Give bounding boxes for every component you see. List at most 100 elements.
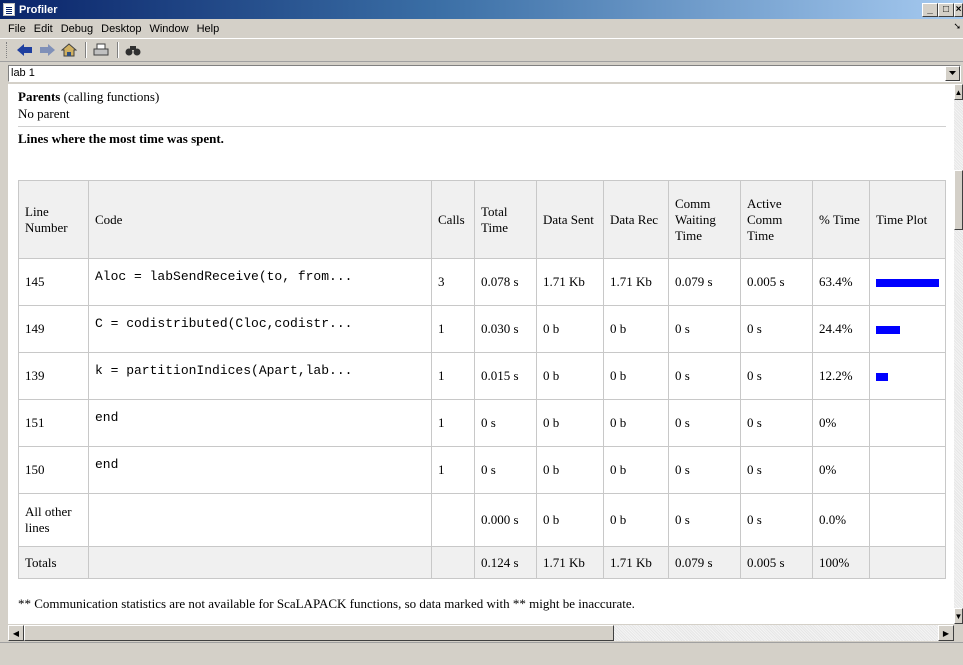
code-cell[interactable]: Aloc = labSendReceive(to, from...: [88, 258, 432, 306]
code-cell: [88, 493, 432, 547]
pct-time-cell: 24.4%: [812, 305, 870, 353]
other-label: All other lines: [18, 493, 89, 547]
line-number-link[interactable]: 145: [18, 258, 89, 306]
time-plot-cell: [869, 446, 946, 494]
total-time-cell: 0.015 s: [474, 352, 537, 400]
scroll-left-button[interactable]: ◀: [8, 625, 24, 641]
line-number-link[interactable]: 151: [18, 399, 89, 447]
col-calls: Calls: [431, 180, 475, 259]
profiler-app-icon: [3, 3, 15, 16]
toolbar-separator: [117, 42, 119, 58]
calls-cell: 1: [431, 352, 475, 400]
footnote: ** Communication statistics are not avai…: [18, 596, 635, 611]
code-cell[interactable]: C = codistributed(Cloc,codistr...: [88, 305, 432, 353]
menu-desktop[interactable]: Desktop: [97, 23, 145, 35]
time-plot-bar: [876, 373, 888, 382]
code-cell[interactable]: end: [88, 446, 432, 494]
pct-time-cell: 0%: [812, 399, 870, 447]
scroll-right-button[interactable]: ▶: [938, 625, 954, 641]
totals-label: Totals: [18, 546, 89, 579]
data-rec-cell: 0 b: [603, 305, 669, 353]
parents-section: Parents (calling functions) No parent: [8, 84, 954, 122]
active-comm-cell: 0 s: [740, 493, 813, 547]
lines-heading: Lines where the most time was spent.: [18, 131, 224, 146]
code-cell[interactable]: end: [88, 399, 432, 447]
active-comm-cell: 0 s: [740, 305, 813, 353]
menu-help[interactable]: Help: [193, 23, 224, 35]
toolbar: [0, 38, 963, 62]
print-icon[interactable]: [91, 41, 111, 59]
active-comm-cell: 0.005 s: [740, 546, 813, 579]
data-sent-cell: 0 b: [536, 305, 604, 353]
location-combo[interactable]: lab 1: [8, 64, 961, 82]
report-content: Parents (calling functions) No parent Li…: [8, 84, 954, 624]
line-number-link[interactable]: 139: [18, 352, 89, 400]
parents-value: No parent: [18, 106, 70, 121]
location-value[interactable]: lab 1: [9, 67, 945, 79]
scroll-down-button[interactable]: ▼: [954, 608, 963, 624]
col-comm-waiting: Comm Waiting Time: [668, 180, 741, 259]
forward-arrow-icon[interactable]: [37, 41, 57, 59]
time-plot-cell: [869, 258, 946, 306]
home-icon[interactable]: [59, 41, 79, 59]
pct-time-cell: 63.4%: [812, 258, 870, 306]
line-number-link[interactable]: 149: [18, 305, 89, 353]
total-time-cell: 0.030 s: [474, 305, 537, 353]
pct-time-cell: 100%: [812, 546, 870, 579]
find-icon[interactable]: [123, 41, 143, 59]
chevron-down-icon: [949, 71, 956, 75]
data-sent-cell: 0 b: [536, 399, 604, 447]
menu-window[interactable]: Window: [145, 23, 192, 35]
comm-waiting-cell: 0.079 s: [668, 258, 741, 306]
scroll-up-button[interactable]: ▲: [954, 84, 963, 100]
active-comm-cell: 0 s: [740, 399, 813, 447]
col-total-time: Total Time: [474, 180, 537, 259]
vertical-scrollbar-thumb[interactable]: [954, 170, 963, 230]
undock-arrow-icon[interactable]: ➘: [953, 21, 961, 32]
minimize-button[interactable]: _: [922, 2, 938, 17]
calls-cell: 3: [431, 258, 475, 306]
calls-cell: 1: [431, 399, 475, 447]
menu-debug[interactable]: Debug: [57, 23, 97, 35]
table-row: 149 C = codistributed(Cloc,codistr... 1 …: [18, 305, 946, 353]
active-comm-cell: 0.005 s: [740, 258, 813, 306]
menu-bar: File Edit Debug Desktop Window Help ➘: [0, 19, 963, 38]
parents-heading: Parents: [18, 89, 61, 104]
close-button[interactable]: ×: [954, 2, 963, 17]
calls-cell: [431, 546, 475, 579]
data-rec-cell: 0 b: [603, 493, 669, 547]
comm-waiting-cell: 0 s: [668, 446, 741, 494]
table-row: 139 k = partitionIndices(Apart,lab... 1 …: [18, 352, 946, 400]
data-rec-cell: 0 b: [603, 446, 669, 494]
maximize-button[interactable]: □: [938, 2, 954, 17]
data-sent-cell: 1.71 Kb: [536, 546, 604, 579]
calls-cell: 1: [431, 305, 475, 353]
menu-edit[interactable]: Edit: [30, 23, 57, 35]
time-plot-cell: [869, 546, 946, 579]
total-time-cell: 0.124 s: [474, 546, 537, 579]
comm-waiting-cell: 0 s: [668, 352, 741, 400]
all-other-lines-row: All other lines 0.000 s 0 b 0 b 0 s 0 s …: [18, 493, 946, 547]
toolbar-grip[interactable]: [6, 42, 9, 58]
comm-waiting-cell: 0.079 s: [668, 546, 741, 579]
pct-time-cell: 12.2%: [812, 352, 870, 400]
data-rec-cell: 0 b: [603, 399, 669, 447]
comm-waiting-cell: 0 s: [668, 493, 741, 547]
data-sent-cell: 1.71 Kb: [536, 258, 604, 306]
back-arrow-icon[interactable]: [15, 41, 35, 59]
combo-dropdown-button[interactable]: [945, 65, 960, 81]
menu-file[interactable]: File: [4, 23, 30, 35]
line-number-link[interactable]: 150: [18, 446, 89, 494]
table-body: 145 Aloc = labSendReceive(to, from... 3 …: [18, 258, 946, 579]
code-cell: [88, 546, 432, 579]
toolbar-separator: [85, 42, 87, 58]
col-pct-time: % Time: [812, 180, 870, 259]
total-time-cell: 0 s: [474, 446, 537, 494]
title-bar: Profiler _ □ ×: [0, 0, 963, 19]
code-cell[interactable]: k = partitionIndices(Apart,lab...: [88, 352, 432, 400]
horizontal-scrollbar-thumb[interactable]: [24, 625, 614, 641]
col-line-number: Line Number: [18, 180, 89, 259]
total-time-cell: 0.078 s: [474, 258, 537, 306]
time-plot-cell: [869, 493, 946, 547]
time-plot-cell: [869, 352, 946, 400]
